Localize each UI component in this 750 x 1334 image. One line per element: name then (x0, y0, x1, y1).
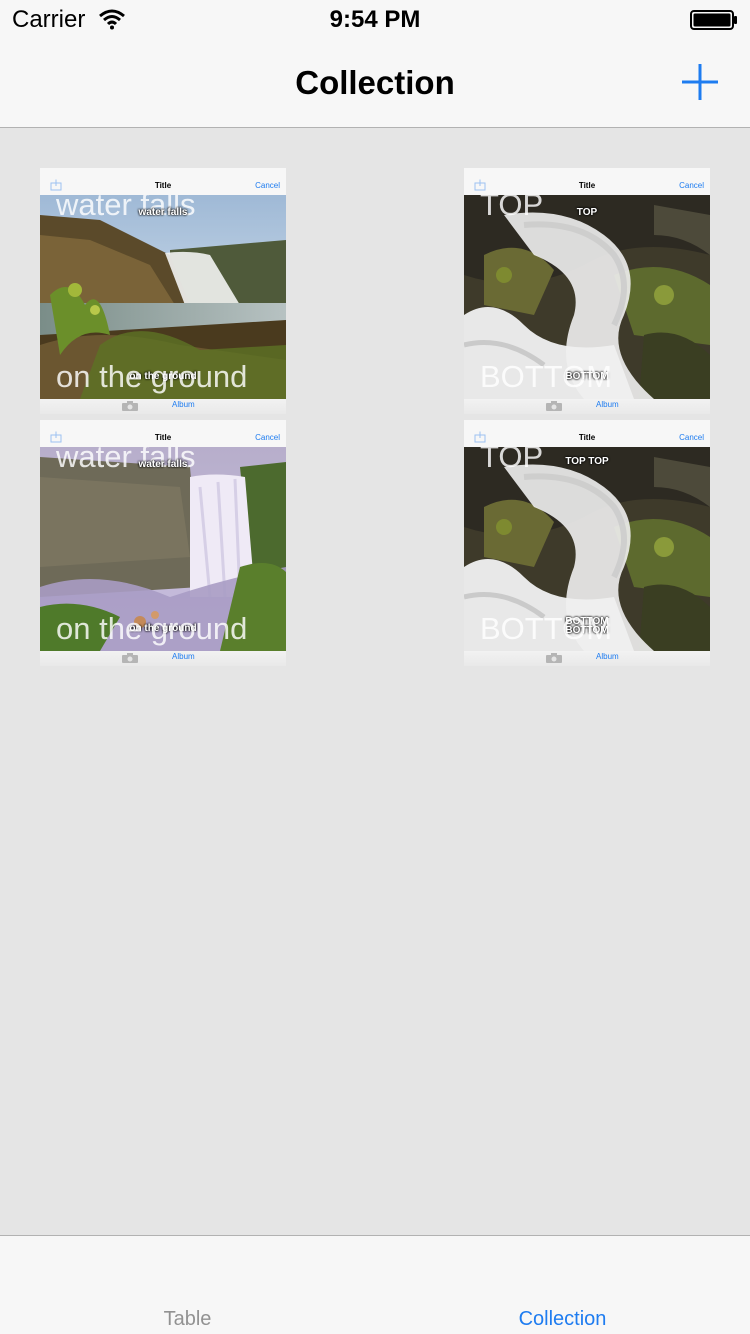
camera-icon (546, 401, 562, 411)
camera-icon (122, 401, 138, 411)
overlay-bottom-text: BOTTOM (480, 611, 613, 646)
thumbnail-title: Title (154, 181, 172, 190)
thumbnail-nav-bar: Title Cancel (40, 420, 286, 447)
waterfall-cliff-photo: water falls water falls on the ground on… (40, 195, 286, 399)
thumbnail-title: Title (578, 433, 596, 442)
thumbnail-toolbar: Album (464, 399, 710, 414)
thumbnail-cancel: Cancel (679, 433, 704, 442)
camera-icon (546, 653, 562, 663)
collection-item[interactable]: Title Cancel water falls water falls on … (40, 420, 286, 666)
thumbnail-toolbar: Album (464, 651, 710, 666)
thumbnail-cancel: Cancel (679, 181, 704, 190)
thumbnail-toolbar: Album (40, 399, 286, 414)
waterfall-mist-photo: water falls water falls on the ground on… (40, 447, 286, 651)
meme-top-caption: water falls (138, 459, 188, 470)
meme-top-caption: TOP TOP (565, 456, 609, 467)
thumbnail-album: Album (172, 652, 195, 661)
overlay-bottom-text: on the ground (56, 611, 248, 646)
meme-top-caption: TOP (576, 207, 598, 218)
thumbnail-album: Album (172, 400, 195, 409)
thumbnail-toolbar: Album (40, 651, 286, 666)
thumbnail-cancel: Cancel (255, 181, 280, 190)
thumbnail-title: Title (154, 433, 172, 442)
plus-icon[interactable] (680, 62, 720, 102)
thumbnail-cancel: Cancel (255, 433, 280, 442)
collection-item[interactable]: Title Cancel water falls water falls on … (40, 168, 286, 414)
status-time: 9:54 PM (329, 6, 421, 33)
thumbnail-album: Album (596, 400, 619, 409)
collection-grid: Title Cancel water falls water falls on … (0, 129, 750, 1235)
tab-table[interactable]: Table (0, 1308, 375, 1331)
waterfall-rocks-photo: TOP TOP BOTTOM BOTTOM (464, 195, 710, 399)
overlay-bottom-text: on the ground (56, 359, 248, 394)
page-title: Collection (295, 64, 455, 101)
camera-icon (122, 653, 138, 663)
thumbnail-nav-bar: Title Cancel (464, 168, 710, 195)
tab-bar: Table Collection (0, 1235, 750, 1334)
tab-collection[interactable]: Collection (375, 1308, 750, 1331)
overlay-bottom-text: BOTTOM (480, 359, 613, 394)
collection-item[interactable]: Title Cancel TOP TOP BOTTOM BOTTOM Album (464, 168, 710, 414)
collection-item[interactable]: Title Cancel TOP TOP TOP BOTTOM BOTTOM B… (464, 420, 710, 666)
meme-top-caption: water falls (138, 207, 188, 218)
top-bar: Carrier 9:54 PM Collection (0, 0, 750, 128)
thumbnail-title: Title (578, 181, 596, 190)
thumbnail-nav-bar: Title Cancel (464, 420, 710, 447)
thumbnail-nav-bar: Title Cancel (40, 168, 286, 195)
battery-icon (690, 10, 737, 30)
waterfall-rocks-photo: TOP TOP TOP BOTTOM BOTTOM BOTTOM (464, 447, 710, 651)
thumbnail-album: Album (596, 652, 619, 661)
